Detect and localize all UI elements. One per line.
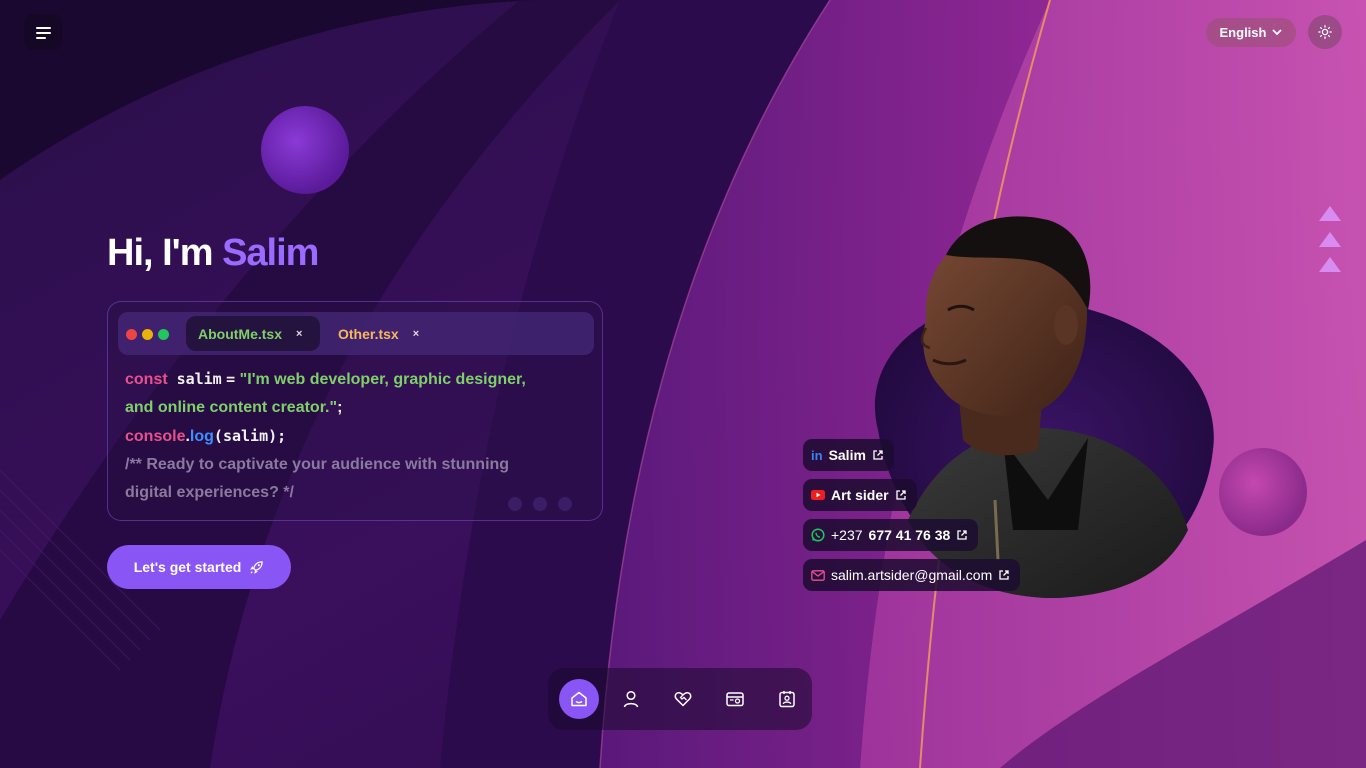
youtube-label: Art sider	[831, 487, 889, 503]
decorative-triangle	[1319, 206, 1341, 221]
code-keyword: const	[125, 371, 168, 388]
get-started-button[interactable]: Let's get started	[107, 545, 291, 589]
linkedin-label: Salim	[828, 447, 866, 463]
code-window: AboutMe.tsx × Other.tsx × const salim = …	[107, 301, 603, 521]
whatsapp-prefix: +237	[831, 527, 863, 543]
whatsapp-link[interactable]: +237 677 41 76 38	[803, 519, 979, 551]
whatsapp-number: 677 41 76 38	[868, 527, 951, 543]
code-variable: salim	[176, 370, 222, 388]
nav-about[interactable]	[611, 679, 651, 719]
decorative-triangle	[1319, 257, 1341, 272]
decorative-triangle	[1319, 232, 1341, 247]
code-args: (salim);	[213, 427, 287, 445]
youtube-icon	[811, 490, 825, 500]
cta-label: Let's get started	[133, 559, 242, 575]
greeting-text: Hi, I'm	[107, 232, 213, 274]
bottom-navigation	[548, 668, 812, 730]
nav-services[interactable]	[663, 679, 703, 719]
heart-handshake-icon	[674, 691, 692, 707]
linkedin-icon: in	[811, 447, 823, 463]
menu-button[interactable]	[24, 14, 62, 50]
code-object: console	[125, 428, 186, 445]
home-icon	[571, 691, 587, 707]
language-label: English	[1219, 25, 1267, 40]
theme-toggle-button[interactable]	[1308, 15, 1342, 49]
code-operator: =	[226, 370, 236, 388]
code-comment: digital experiences? */	[125, 484, 294, 501]
tab-close-icon[interactable]: ×	[296, 328, 302, 340]
code-content: const salim = "I'm web developer, graphi…	[125, 365, 526, 507]
rocket-icon	[250, 560, 264, 574]
hamburger-menu-icon	[36, 27, 51, 29]
language-selector[interactable]: English	[1206, 18, 1296, 47]
contact-icon	[779, 691, 795, 708]
tab-other[interactable]: Other.tsx ×	[326, 316, 426, 351]
email-link[interactable]: salim.artsider@gmail.com	[803, 559, 1021, 591]
window-close-dot	[126, 329, 137, 340]
tab-label: Other.tsx	[338, 325, 399, 342]
youtube-link[interactable]: Art sider	[803, 479, 917, 511]
window-maximize-dot	[158, 329, 169, 340]
tab-close-icon[interactable]: ×	[413, 328, 419, 340]
nav-home[interactable]	[559, 679, 599, 719]
chevron-down-icon	[1272, 29, 1283, 36]
portfolio-icon	[726, 692, 744, 707]
whatsapp-icon	[811, 528, 825, 542]
code-function: log	[189, 428, 214, 445]
tab-aboutme[interactable]: AboutMe.tsx ×	[186, 316, 320, 351]
hero-name: Salim	[222, 232, 319, 274]
nav-portfolio[interactable]	[715, 679, 755, 719]
user-icon	[623, 690, 639, 708]
code-comment: /** Ready to captivate your audience wit…	[125, 456, 510, 473]
email-label: salim.artsider@gmail.com	[831, 567, 993, 583]
nav-contact[interactable]	[767, 679, 807, 719]
window-minimize-dot	[142, 329, 153, 340]
code-tab-bar: AboutMe.tsx × Other.tsx ×	[118, 312, 594, 355]
tab-label: AboutMe.tsx	[198, 325, 282, 342]
linkedin-link[interactable]: in Salim	[803, 439, 894, 471]
external-link-icon	[999, 570, 1009, 580]
mail-icon	[811, 569, 825, 581]
sun-icon	[1318, 25, 1332, 39]
external-link-icon	[895, 490, 906, 500]
external-link-icon	[873, 450, 883, 460]
code-semicolon: ;	[337, 399, 343, 416]
code-string: "I'm web developer, graphic designer,	[239, 371, 526, 388]
external-link-icon	[957, 530, 967, 540]
code-string: and online content creator."	[125, 399, 338, 416]
hero-title: Hi, I'm Salim	[107, 232, 319, 275]
